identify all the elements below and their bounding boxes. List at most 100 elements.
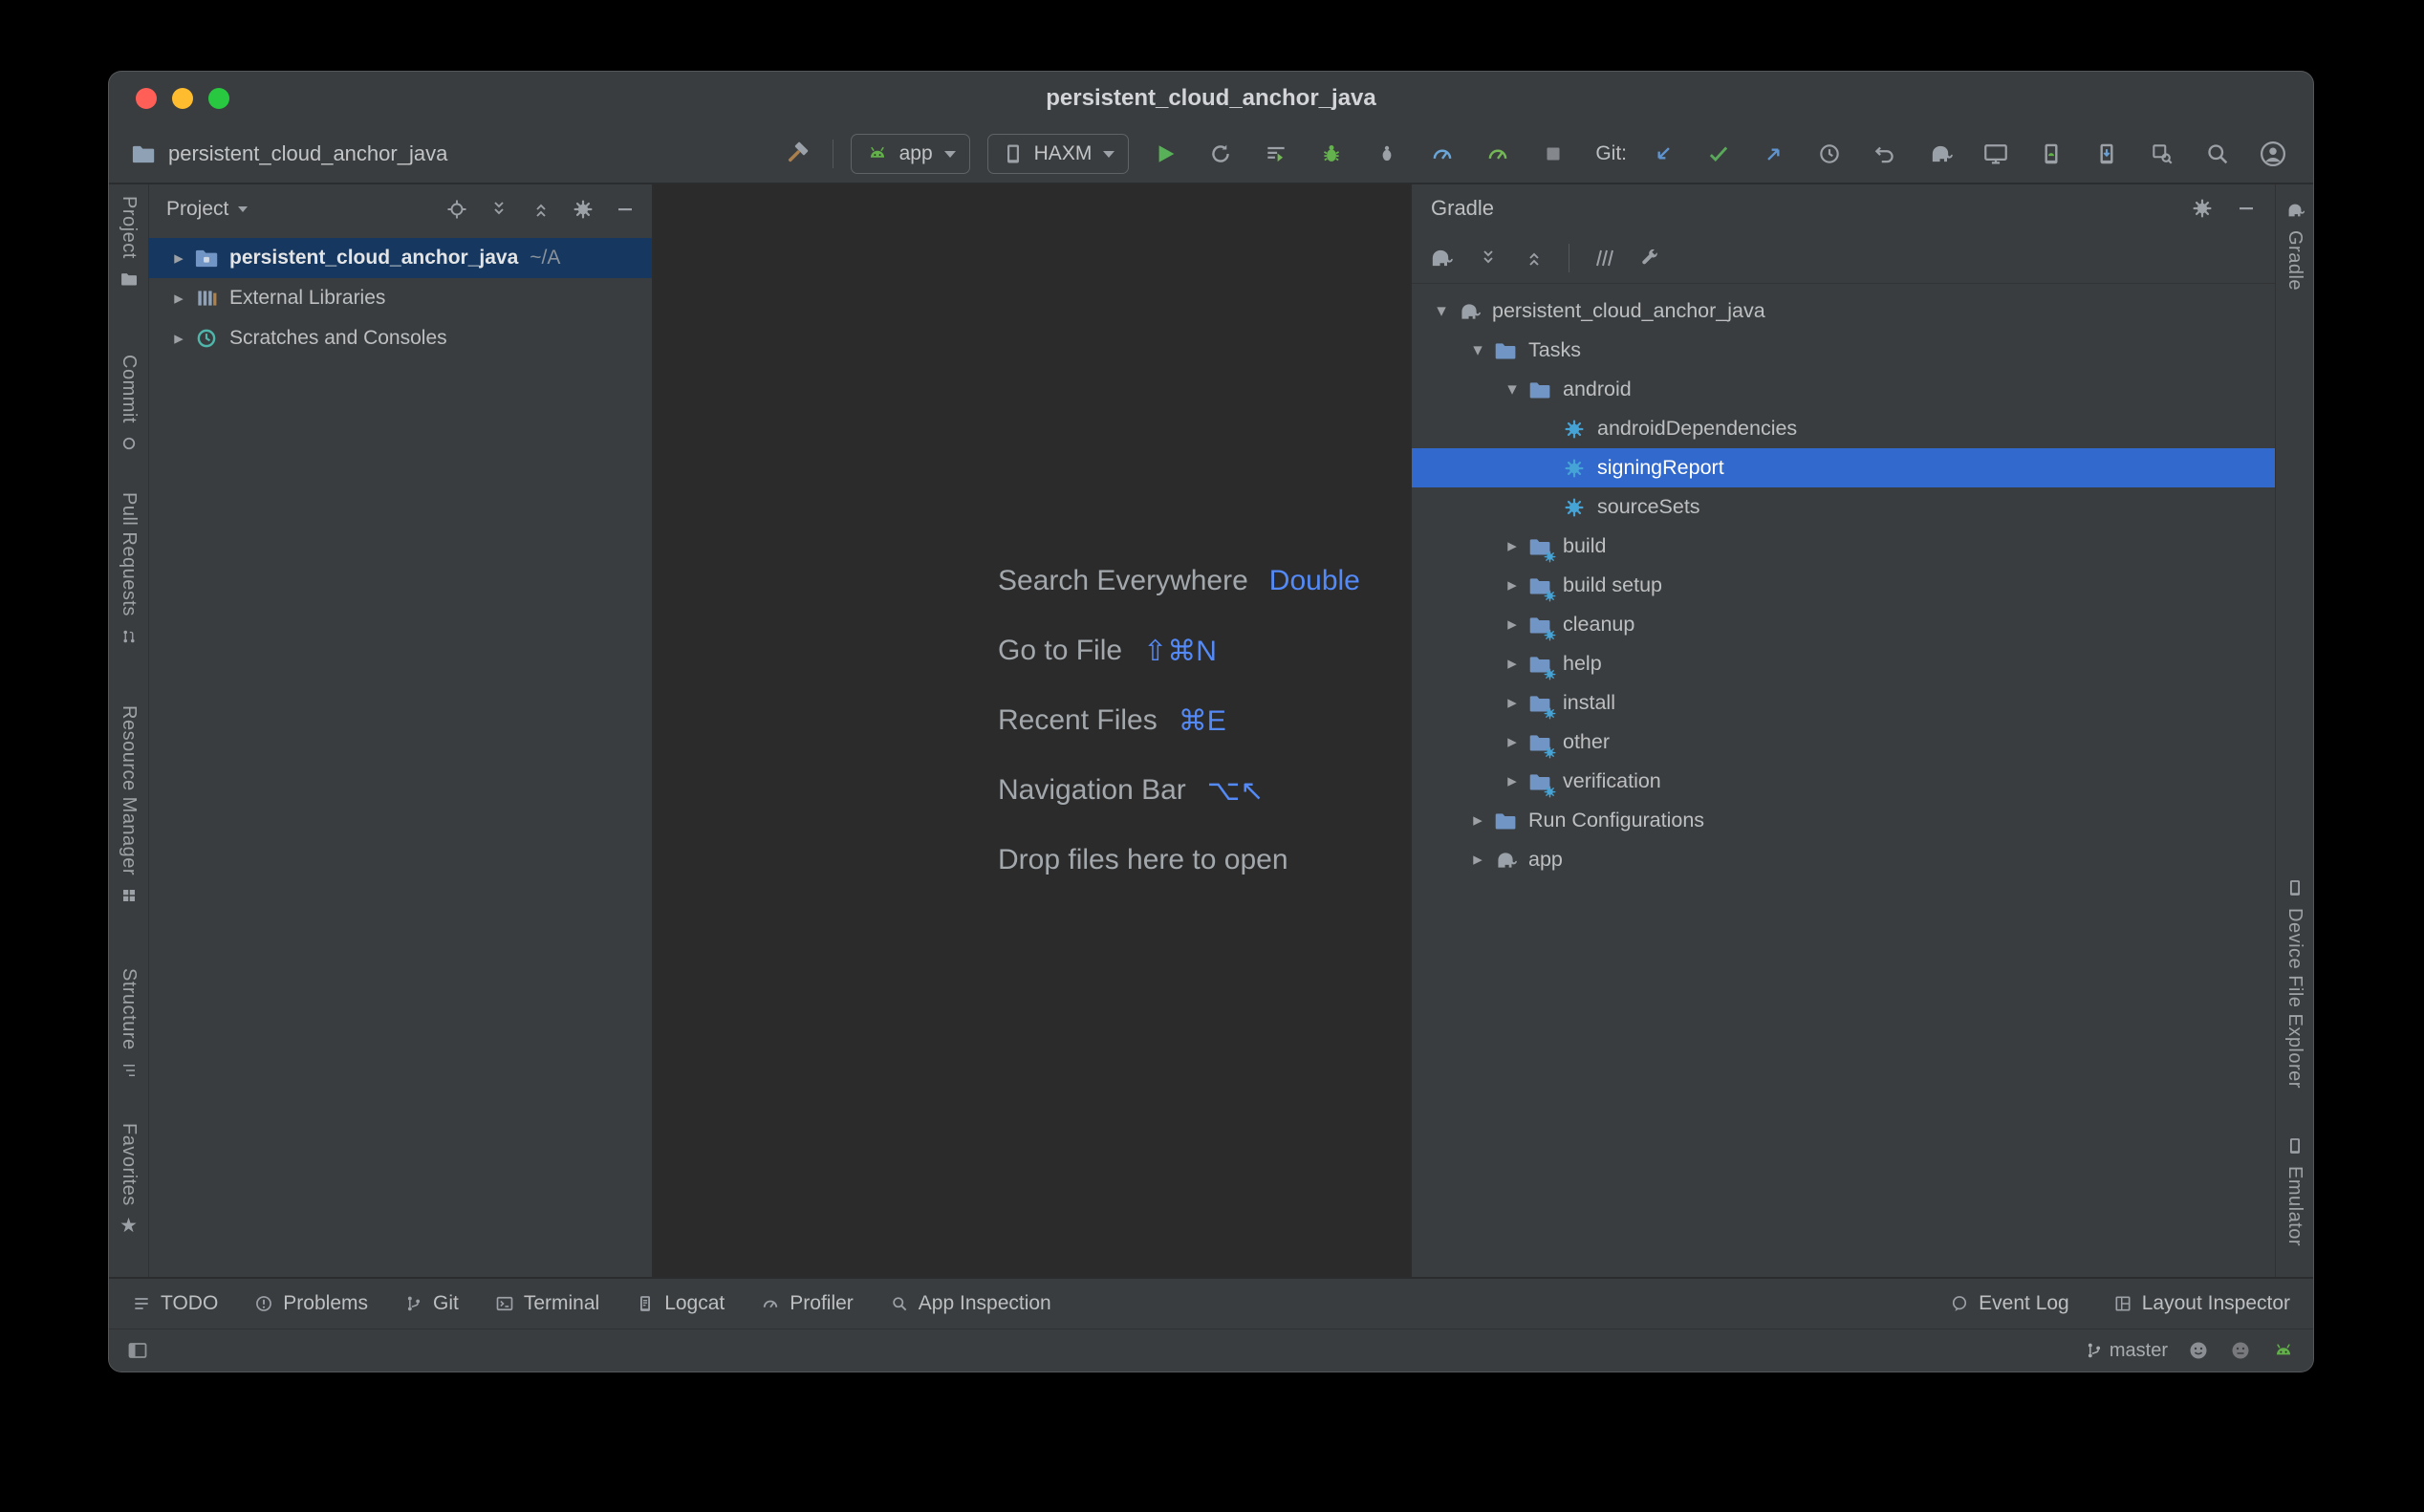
expand-all-icon[interactable]: [1477, 247, 1500, 270]
git-update-arrow-icon[interactable]: [1644, 135, 1682, 173]
tool-stripe-commit[interactable]: Commit: [109, 355, 148, 454]
gradle-tree-row[interactable]: help: [1412, 644, 2275, 683]
collapse-all-icon[interactable]: [530, 198, 552, 221]
chevron-icon[interactable]: [1427, 302, 1456, 320]
gradle-tree-row[interactable]: android: [1412, 370, 2275, 409]
chevron-icon[interactable]: [1498, 694, 1526, 712]
chevron-icon[interactable]: [1498, 380, 1526, 399]
tool-stripe-structure[interactable]: Structure: [109, 968, 148, 1081]
project-tree-row[interactable]: persistent_cloud_anchor_java ~/A: [149, 238, 652, 278]
build-hammer-icon[interactable]: [777, 135, 815, 173]
hide-panel-icon[interactable]: [614, 198, 637, 221]
run-play-icon[interactable]: [1146, 135, 1184, 173]
device-manager-monitor-icon[interactable]: [1977, 135, 2015, 173]
gradle-tree-row[interactable]: androidDependencies: [1412, 409, 2275, 448]
git-branch-widget[interactable]: master: [2085, 1340, 2168, 1362]
apply-code-changes-icon[interactable]: [1257, 135, 1295, 173]
layout-inspector-tab[interactable]: Layout Inspector: [2113, 1292, 2290, 1315]
terminal-tab[interactable]: Terminal: [495, 1292, 599, 1315]
gradle-tree-row[interactable]: verification: [1412, 762, 2275, 801]
chevron-icon[interactable]: [1498, 616, 1526, 634]
android-head-icon: [865, 141, 890, 166]
gradle-settings-wrench-icon[interactable]: [1638, 247, 1661, 270]
smiley-icon[interactable]: [2187, 1339, 2210, 1362]
event-log-tab[interactable]: Event Log: [1950, 1292, 2069, 1315]
sdk-manager-phone-download-icon[interactable]: [2088, 135, 2126, 173]
project-tree-row[interactable]: Scratches and Consoles: [149, 318, 652, 358]
gradle-tree-row[interactable]: other: [1412, 723, 2275, 762]
profile-apk-icon[interactable]: [2143, 135, 2181, 173]
chevron-icon[interactable]: [1463, 341, 1492, 359]
project-panel-title[interactable]: Project: [166, 198, 228, 221]
hide-panel-icon[interactable]: [2235, 197, 2258, 220]
zoom-button[interactable]: [208, 88, 229, 109]
layout-toggle-icon[interactable]: [126, 1339, 149, 1362]
window-titlebar[interactable]: persistent_cloud_anchor_java: [109, 72, 2313, 125]
gradle-tree-row[interactable]: cleanup: [1412, 605, 2275, 644]
todo-tab[interactable]: TODO: [132, 1292, 218, 1315]
chevron-icon[interactable]: [164, 290, 193, 308]
tool-stripe-gradle[interactable]: Gradle: [2276, 200, 2313, 291]
tool-stripe-project[interactable]: Project: [109, 196, 148, 290]
device-selector[interactable]: HAXM: [987, 134, 1130, 174]
tool-stripe-favorites[interactable]: Favorites ★: [109, 1123, 148, 1236]
locate-file-icon[interactable]: [445, 198, 468, 221]
search-everywhere-icon[interactable]: [2198, 135, 2237, 173]
chevron-icon[interactable]: [164, 330, 193, 348]
offline-mode-icon[interactable]: [1592, 247, 1615, 270]
stop-icon[interactable]: [1534, 135, 1572, 173]
chevron-icon[interactable]: [164, 249, 193, 268]
gradle-tree-row[interactable]: build: [1412, 527, 2275, 566]
tool-stripe-resource-manager[interactable]: Resource Manager: [109, 705, 148, 906]
project-tree-row[interactable]: External Libraries: [149, 278, 652, 318]
profiler-tab[interactable]: Profiler: [761, 1292, 854, 1315]
expand-all-icon[interactable]: [487, 198, 510, 221]
chevron-icon[interactable]: [1498, 576, 1526, 594]
history-clock-icon[interactable]: [1810, 135, 1849, 173]
meh-face-icon[interactable]: [2229, 1339, 2252, 1362]
gradle-tree-row[interactable]: Tasks: [1412, 331, 2275, 370]
gradle-tree-row[interactable]: app: [1412, 840, 2275, 879]
profile-low-overhead-icon[interactable]: [1479, 135, 1517, 173]
android-status-icon[interactable]: [2271, 1338, 2296, 1363]
rollback-undo-icon[interactable]: [1866, 135, 1904, 173]
tool-stripe-emulator[interactable]: Emulator: [2276, 1135, 2313, 1246]
git-tab[interactable]: Git: [404, 1292, 459, 1315]
chevron-down-icon[interactable]: [238, 206, 248, 212]
settings-gear-icon[interactable]: [2191, 197, 2214, 220]
sync-gradle-elephant-icon[interactable]: [1921, 135, 1959, 173]
gradle-tree-row[interactable]: signingReport: [1412, 448, 2275, 487]
settings-gear-icon[interactable]: [572, 198, 595, 221]
project-widget[interactable]: persistent_cloud_anchor_java: [130, 140, 447, 167]
git-push-arrow-icon[interactable]: [1755, 135, 1793, 173]
editor-area[interactable]: Search Everywhere Double Go to File ⇧⌘N …: [654, 184, 1410, 1277]
debug-bug-icon[interactable]: [1312, 135, 1351, 173]
chevron-icon[interactable]: [1463, 811, 1492, 830]
app-inspection-tab[interactable]: App Inspection: [890, 1292, 1051, 1315]
tool-stripe-pull-requests[interactable]: Pull Requests: [109, 492, 148, 647]
logcat-tab[interactable]: Logcat: [636, 1292, 725, 1315]
apply-changes-restart-icon[interactable]: [1201, 135, 1240, 173]
avd-manager-phone-icon[interactable]: [2032, 135, 2070, 173]
gradle-tree-row[interactable]: install: [1412, 683, 2275, 723]
gradle-tree-row[interactable]: Run Configurations: [1412, 801, 2275, 840]
problems-tab[interactable]: Problems: [254, 1292, 368, 1315]
gradle-tree-row[interactable]: build setup: [1412, 566, 2275, 605]
collapse-all-icon[interactable]: [1523, 247, 1546, 270]
gradle-tree-row[interactable]: sourceSets: [1412, 487, 2275, 527]
sync-gradle-elephant-icon[interactable]: [1427, 245, 1454, 271]
close-button[interactable]: [136, 88, 157, 109]
profiler-gauge-icon[interactable]: [1423, 135, 1461, 173]
tool-stripe-device-file-explorer[interactable]: Device File Explorer: [2276, 877, 2313, 1089]
chevron-icon[interactable]: [1498, 772, 1526, 790]
user-avatar-icon[interactable]: [2254, 135, 2292, 173]
attach-debugger-icon[interactable]: [1368, 135, 1406, 173]
chevron-icon[interactable]: [1463, 851, 1492, 869]
run-config-selector[interactable]: app: [851, 134, 970, 174]
minimize-button[interactable]: [172, 88, 193, 109]
gradle-tree-row[interactable]: persistent_cloud_anchor_java: [1412, 292, 2275, 331]
git-commit-check-icon[interactable]: [1699, 135, 1738, 173]
chevron-icon[interactable]: [1498, 537, 1526, 555]
chevron-icon[interactable]: [1498, 655, 1526, 673]
chevron-icon[interactable]: [1498, 733, 1526, 751]
